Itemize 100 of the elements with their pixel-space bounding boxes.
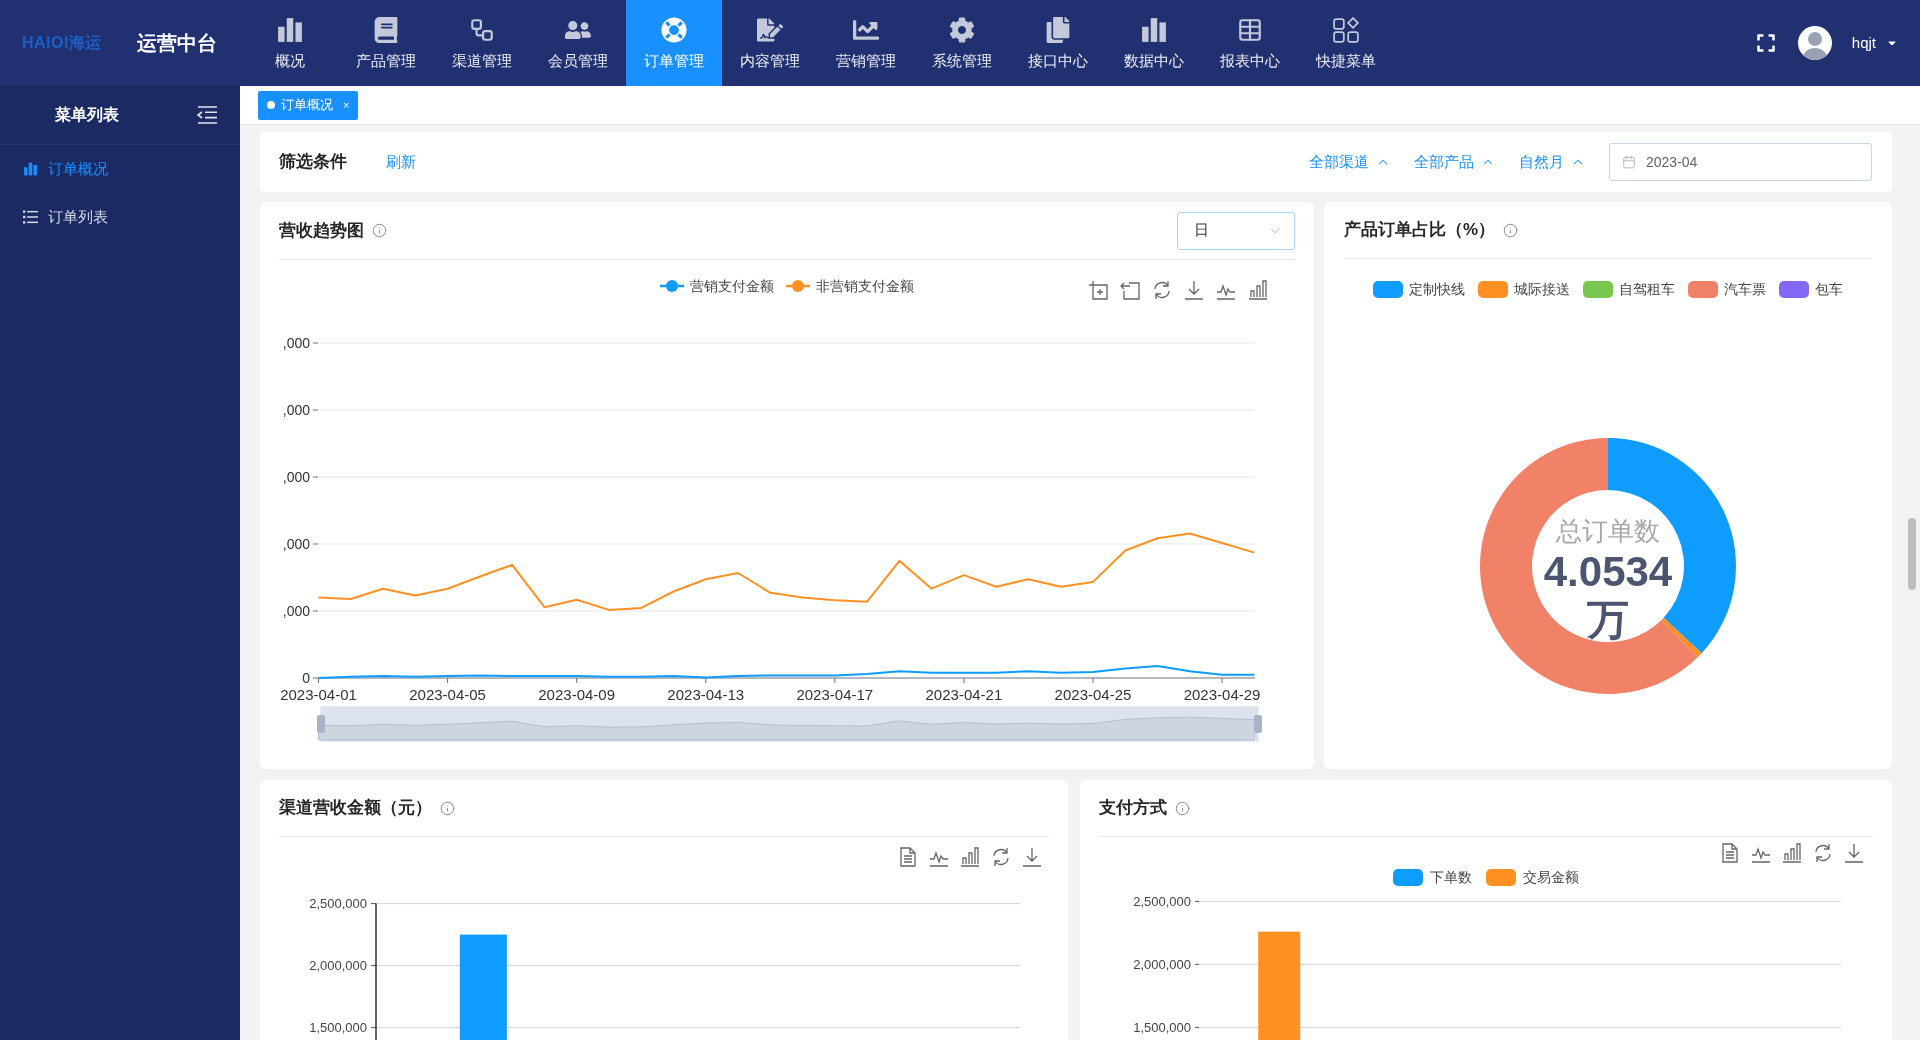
legend-label: 营销支付金额	[690, 276, 774, 296]
document-icon[interactable]	[898, 846, 918, 867]
collapse-menu-icon[interactable]	[197, 106, 217, 124]
axis-label: ,000	[282, 469, 310, 485]
axis-label: 2,500,000	[309, 896, 367, 912]
nav-tab[interactable]: 渠道管理	[434, 0, 530, 86]
document-icon[interactable]	[1720, 843, 1740, 863]
download-icon[interactable]	[1022, 846, 1042, 867]
bar-chart-icon[interactable]	[1782, 843, 1802, 863]
info-icon[interactable]	[440, 800, 455, 816]
period-select[interactable]: 日	[1177, 211, 1295, 250]
download-icon[interactable]	[1844, 843, 1864, 863]
legend-swatch-icon[interactable]	[1779, 280, 1809, 298]
app-title: 运营中台	[137, 31, 217, 56]
info-icon[interactable]	[1503, 222, 1519, 238]
range-slider[interactable]	[317, 706, 1262, 742]
document-pen-icon	[757, 16, 783, 43]
card-title: 产品订单占比（%）	[1344, 219, 1496, 242]
sidebar-title: 菜单列表	[55, 105, 119, 125]
sidebar-item[interactable]: 订单列表	[0, 193, 240, 241]
refresh-icon[interactable]	[1813, 843, 1833, 863]
date-field[interactable]: 2023-04	[1609, 143, 1872, 181]
calendar-icon	[1622, 155, 1636, 169]
axis-label: ,000	[282, 402, 310, 418]
legend-label: 汽车票	[1724, 279, 1766, 299]
legend-swatch-icon[interactable]	[1486, 868, 1516, 886]
nav-tab[interactable]: 产品管理	[338, 0, 434, 86]
axis-label: 2023-04-29	[1183, 685, 1261, 703]
line-marker-icon[interactable]	[660, 280, 684, 292]
documents-icon	[1045, 16, 1071, 43]
user-name[interactable]: hqjt	[1851, 31, 1876, 55]
axis-label: 0	[302, 670, 310, 686]
axis-label: ,000	[282, 536, 310, 552]
bar-chart-icon	[1141, 16, 1167, 43]
axis-label: 2023-04-21	[925, 685, 1003, 703]
legend-swatch-icon[interactable]	[1478, 280, 1508, 298]
legend-swatch-icon[interactable]	[1373, 280, 1403, 298]
card-title: 营收趋势图	[279, 219, 364, 242]
nav-tab[interactable]: 报表中心	[1202, 0, 1298, 86]
card-title: 支付方式	[1099, 797, 1167, 820]
axis-label: 2,000,000	[1133, 956, 1191, 972]
shapes-icon	[1333, 16, 1359, 43]
legend-swatch-icon[interactable]	[1583, 280, 1613, 298]
axis-label: 1,500,000	[309, 1020, 367, 1036]
bar-chart-icon[interactable]	[1248, 280, 1268, 300]
axis-label: 2,000,000	[309, 958, 367, 974]
back-arrow-icon[interactable]	[1120, 280, 1140, 300]
dot-icon	[267, 101, 275, 109]
axis-label: 1,500,000	[1133, 1019, 1191, 1035]
nav-tab[interactable]: 系统管理	[914, 0, 1010, 86]
legend-label: 交易金额	[1523, 867, 1579, 887]
bar-chart-icon	[23, 162, 38, 176]
filter-title: 筛选条件	[279, 151, 347, 174]
axis-label: 2023-04-01	[280, 685, 357, 703]
scrollbar-thumb[interactable]	[1908, 518, 1916, 590]
fullscreen-icon[interactable]	[1755, 33, 1776, 53]
legend-label: 定制快线	[1409, 279, 1465, 299]
axis-label: ,000	[282, 335, 310, 351]
axis-label: 2023-04-05	[409, 685, 486, 703]
legend-swatch-icon[interactable]	[1393, 868, 1423, 886]
info-icon[interactable]	[372, 223, 387, 238]
gear-icon	[949, 16, 975, 43]
axis-label: 2023-04-09	[538, 685, 616, 703]
axis-label: 2023-04-25	[1054, 685, 1132, 703]
legend-label: 非营销支付金额	[816, 276, 914, 296]
info-icon[interactable]	[1175, 800, 1190, 816]
list-icon	[23, 210, 38, 224]
card-title: 渠道营收金额（元）	[279, 797, 432, 820]
axis-label: 2023-04-17	[796, 685, 874, 703]
nav-tab[interactable]: 内容管理	[722, 0, 818, 86]
legend-label: 包车	[1815, 279, 1843, 299]
nav-tab[interactable]: 快捷菜单	[1298, 0, 1394, 86]
lifebuoy-icon	[661, 16, 687, 43]
crop-icon[interactable]	[1088, 280, 1108, 300]
slider-handle[interactable]	[317, 715, 325, 733]
center-label: 总订单数	[1556, 515, 1660, 548]
line-marker-icon[interactable]	[786, 280, 810, 292]
sidebar-item[interactable]: 订单概况	[0, 145, 240, 193]
refresh-icon[interactable]	[991, 846, 1011, 867]
nav-tab[interactable]: 营销管理	[818, 0, 914, 86]
legend-label: 下单数	[1430, 867, 1472, 887]
axis-label: ,000	[282, 603, 310, 619]
center-value: 4.0534万	[1542, 548, 1674, 644]
logo-text: HAIOI海运	[22, 33, 103, 53]
nav-tab[interactable]: 会员管理	[530, 0, 626, 86]
flowchart-icon	[469, 16, 495, 43]
axis-label: 2023-04-13	[667, 685, 745, 703]
avatar	[1797, 26, 1832, 60]
download-icon[interactable]	[1184, 280, 1204, 300]
slider-handle[interactable]	[1254, 715, 1262, 733]
nav-tab[interactable]: 接口中心	[1010, 0, 1106, 86]
nav-tab[interactable]: 概况	[242, 0, 338, 86]
nav-tab[interactable]: 数据中心	[1106, 0, 1202, 86]
legend-swatch-icon[interactable]	[1688, 280, 1718, 298]
axis-label: 2,500,000	[1133, 893, 1191, 909]
bar-chart-icon[interactable]	[960, 846, 980, 867]
book-icon	[373, 16, 399, 43]
legend-label: 城际接送	[1514, 279, 1570, 299]
refresh-icon[interactable]	[1152, 280, 1172, 300]
table-icon	[1237, 16, 1263, 43]
